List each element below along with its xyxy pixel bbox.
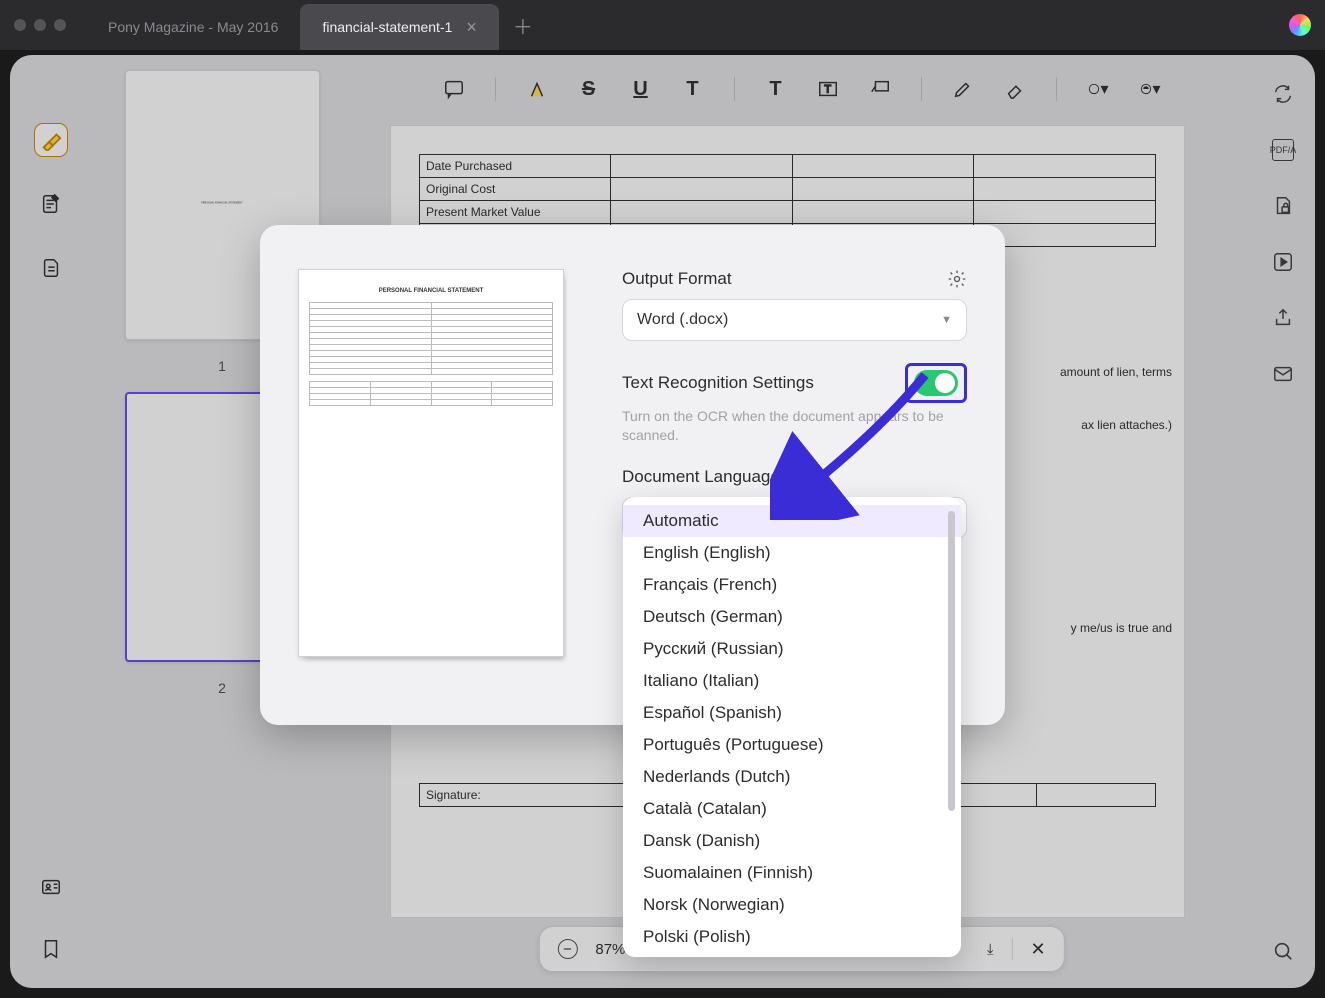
doc-text: ax lien attaches.) [1060, 399, 1172, 452]
language-option[interactable]: Automatic [623, 505, 961, 537]
zoom-out-button[interactable]: − [557, 939, 577, 959]
language-option[interactable]: Português (Portuguese) [623, 729, 961, 761]
output-format-label: Output Format [622, 269, 732, 289]
tab-financial-statement[interactable]: financial-statement-1 × [300, 4, 498, 50]
tab-pony-magazine[interactable]: Pony Magazine - May 2016 [86, 4, 300, 50]
language-dropdown: Automatic English (English) Français (Fr… [623, 497, 961, 957]
page-number-2: 2 [218, 680, 226, 696]
shape-icon[interactable]: ▾ [1087, 78, 1109, 100]
share-icon[interactable] [1272, 307, 1294, 329]
pdfa-icon[interactable]: PDF/A [1272, 139, 1294, 161]
svg-text:T: T [824, 84, 831, 96]
language-option[interactable]: Suomalainen (Finnish) [623, 857, 961, 889]
zoom-value[interactable]: 87% [595, 941, 625, 958]
notes-tool[interactable] [34, 187, 68, 221]
gear-icon[interactable] [947, 269, 967, 289]
language-option[interactable]: Norsk (Norwegian) [623, 889, 961, 921]
ocr-label: Text Recognition Settings [622, 373, 814, 393]
language-option[interactable]: Español (Spanish) [623, 697, 961, 729]
language-option[interactable]: Italiano (Italian) [623, 665, 961, 697]
field-label: Original Cost [420, 178, 611, 201]
right-rail: PDF/A [1251, 55, 1315, 988]
output-format-value: Word (.docx) [637, 311, 728, 329]
doc-text: y me/us is true and [1060, 602, 1172, 655]
squiggly-icon[interactable]: T [682, 78, 704, 100]
download-icon[interactable]: ⤓ [987, 941, 994, 958]
language-option[interactable]: Deutsch (German) [623, 601, 961, 633]
ocr-hint: Turn on the OCR when the document appear… [622, 407, 967, 445]
language-option[interactable]: Nederlands (Dutch) [623, 761, 961, 793]
language-option[interactable]: Dansk (Danish) [623, 825, 961, 857]
tab-label: Pony Magazine - May 2016 [108, 19, 278, 35]
marker-icon[interactable] [526, 78, 548, 100]
close-bar-icon[interactable]: ✕ [1031, 939, 1046, 960]
minimize-window-icon[interactable] [34, 19, 46, 31]
page-number-1: 1 [218, 358, 226, 374]
contact-card-icon[interactable] [34, 870, 68, 904]
language-option[interactable]: Français (French) [623, 569, 961, 601]
text-icon[interactable]: T [765, 78, 787, 100]
annotation-toolbar: S U T T T ▾ ▾ [443, 77, 1161, 101]
highlighter-tool[interactable] [34, 123, 68, 157]
maximize-window-icon[interactable] [54, 19, 66, 31]
language-option[interactable]: Català (Catalan) [623, 793, 961, 825]
titlebar: Pony Magazine - May 2016 financial-state… [0, 0, 1325, 50]
search-icon[interactable] [1272, 940, 1294, 962]
comment-icon[interactable] [443, 78, 465, 100]
field-label: Present Market Value [420, 201, 611, 224]
left-rail [10, 55, 92, 988]
app-logo-icon [1289, 14, 1311, 36]
play-icon[interactable] [1272, 251, 1294, 273]
doc-language-label: Document Language [622, 467, 967, 487]
window-controls [14, 19, 66, 31]
new-tab-button[interactable]: ＋ [513, 11, 533, 40]
language-option[interactable]: Русский (Russian) [623, 633, 961, 665]
field-label: Date Purchased [420, 155, 611, 178]
ocr-toggle[interactable] [914, 370, 958, 396]
pen-icon[interactable] [952, 78, 974, 100]
ocr-toggle-highlight [905, 363, 967, 403]
output-format-select[interactable]: Word (.docx) ▼ [622, 299, 967, 341]
mail-icon[interactable] [1272, 363, 1294, 385]
tab-label: financial-statement-1 [322, 19, 452, 35]
documents-tool[interactable] [34, 251, 68, 285]
preview-title: PERSONAL FINANCIAL STATEMENT [309, 288, 553, 294]
dialog-preview: PERSONAL FINANCIAL STATEMENT [298, 269, 588, 669]
underline-icon[interactable]: U [630, 78, 652, 100]
close-window-icon[interactable] [14, 19, 26, 31]
dropdown-scrollbar[interactable] [948, 511, 955, 811]
language-option[interactable]: Polski (Polish) [623, 921, 961, 953]
close-tab-icon[interactable]: × [466, 17, 477, 38]
sync-icon[interactable] [1272, 83, 1294, 105]
callout-icon[interactable] [869, 78, 891, 100]
textbox-icon[interactable]: T [817, 78, 839, 100]
doc-text: amount of lien, terms [1060, 346, 1172, 399]
language-option[interactable]: Română (Romanian) [623, 953, 961, 957]
eraser-icon[interactable] [1004, 78, 1026, 100]
language-option[interactable]: English (English) [623, 537, 961, 569]
bookmark-icon[interactable] [34, 932, 68, 966]
stamp-icon[interactable]: ▾ [1139, 78, 1161, 100]
tabs: Pony Magazine - May 2016 financial-state… [86, 0, 1289, 50]
lock-document-icon[interactable] [1272, 195, 1294, 217]
chevron-down-icon: ▼ [941, 314, 952, 326]
strikethrough-icon[interactable]: S [578, 78, 600, 100]
